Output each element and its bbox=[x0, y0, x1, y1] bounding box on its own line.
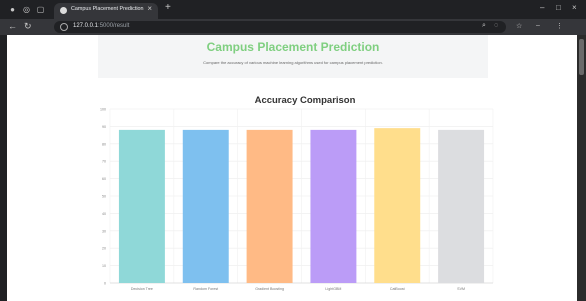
x-tick-label: Gradient Boosting bbox=[255, 287, 284, 291]
y-tick-label: 50 bbox=[102, 195, 106, 199]
url-host: 127.0.0.1 bbox=[73, 23, 99, 29]
x-tick-label: Random Forest bbox=[193, 287, 218, 291]
browser-tab[interactable]: Campus Placement Prediction × bbox=[54, 3, 158, 19]
x-tick-label: LightGBM bbox=[325, 287, 341, 291]
tab-actions-icon[interactable]: ▢ bbox=[36, 5, 45, 14]
y-tick-label: 20 bbox=[102, 247, 106, 251]
address-bar[interactable]: 127.0.0.1:5000/result bbox=[54, 21, 506, 33]
y-tick-label: 70 bbox=[102, 160, 106, 164]
new-tab-icon[interactable]: + bbox=[165, 2, 171, 13]
reload-icon[interactable]: ↻ bbox=[24, 21, 32, 32]
y-tick-label: 40 bbox=[102, 212, 106, 216]
url-path: :5000/result bbox=[98, 23, 130, 29]
bar-gradient-boosting[interactable] bbox=[246, 129, 293, 283]
bar-random-forest[interactable] bbox=[182, 129, 229, 283]
bar-catboost[interactable] bbox=[374, 128, 421, 283]
tab-favicon-icon bbox=[60, 7, 67, 14]
tab-title: Campus Placement Prediction bbox=[71, 6, 144, 12]
bookmark-star-icon[interactable]: ☆ bbox=[516, 22, 522, 30]
workspaces-icon[interactable]: ◎ bbox=[22, 5, 31, 14]
minimize-icon[interactable]: – bbox=[540, 3, 544, 12]
y-tick-label: 0 bbox=[104, 282, 106, 286]
x-tick-label: SVM bbox=[457, 287, 465, 291]
search-icon[interactable]: ⌕ bbox=[482, 22, 486, 30]
web-page: Campus Placement Prediction Compare the … bbox=[7, 35, 577, 301]
accuracy-chart: Accuracy Comparison Decision Tree Random … bbox=[100, 95, 494, 291]
site-info-icon[interactable] bbox=[60, 23, 68, 31]
profile-icon[interactable]: ● bbox=[8, 5, 17, 14]
url-text: 127.0.0.1:5000/result bbox=[73, 23, 129, 29]
y-tick-label: 80 bbox=[102, 142, 106, 146]
menu-icon[interactable]: ⋮ bbox=[556, 22, 563, 30]
scrollbar[interactable] bbox=[577, 35, 586, 301]
x-tick-label: Decision Tree bbox=[131, 287, 153, 291]
y-tick-label: 90 bbox=[102, 125, 106, 129]
browser-toolbar: ← ↻ 127.0.0.1:5000/result ⌕ ◌ ☆ – ⋮ bbox=[0, 19, 586, 35]
extensions-icon[interactable]: – bbox=[536, 22, 540, 29]
bar-decision-tree[interactable] bbox=[118, 129, 165, 283]
browser-tab-bar: ● ◎ ▢ Campus Placement Prediction × + – … bbox=[0, 0, 586, 19]
scrollbar-thumb[interactable] bbox=[579, 39, 584, 75]
translate-icon[interactable]: ◌ bbox=[494, 22, 498, 29]
bar-svm[interactable] bbox=[438, 129, 485, 283]
tab-close-icon[interactable]: × bbox=[147, 4, 152, 13]
y-tick-label: 30 bbox=[102, 229, 106, 233]
y-tick-label: 100 bbox=[100, 108, 106, 112]
maximize-icon[interactable]: □ bbox=[556, 3, 561, 12]
bar-lightgbm[interactable] bbox=[310, 129, 357, 283]
close-window-icon[interactable]: × bbox=[572, 3, 577, 12]
y-tick-label: 10 bbox=[102, 264, 106, 268]
x-tick-label: CatBoost bbox=[390, 287, 405, 291]
y-tick-label: 60 bbox=[102, 177, 106, 181]
back-icon[interactable]: ← bbox=[8, 21, 17, 31]
chart-title: Accuracy Comparison bbox=[255, 95, 356, 106]
